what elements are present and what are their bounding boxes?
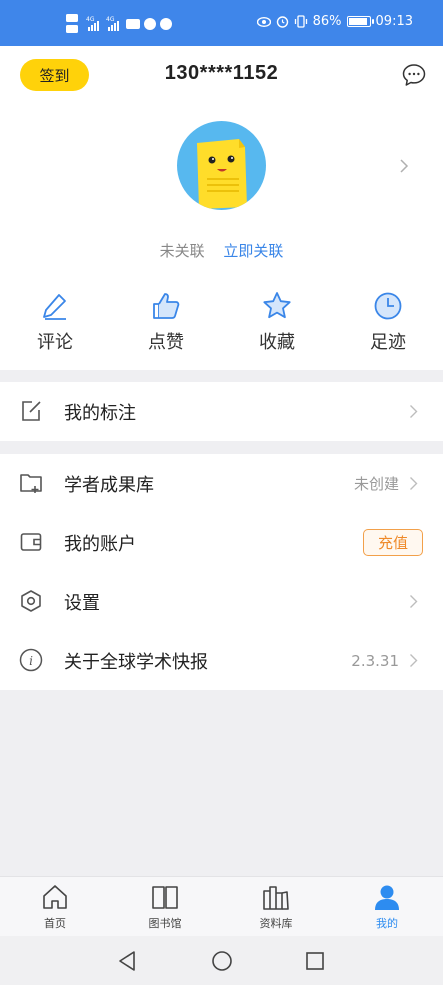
nav-home-label: 首页: [44, 917, 66, 930]
menu-account-label: 我的账户: [64, 533, 136, 555]
quick-like[interactable]: 点赞: [131, 290, 201, 354]
thumbs-up-icon: [153, 293, 180, 319]
quick-favorite-label: 收藏: [259, 332, 295, 353]
account-link-row: 未关联 立即关联: [0, 240, 443, 261]
clock: 09:13: [375, 14, 413, 29]
eye-icon: [256, 16, 271, 27]
nav-home[interactable]: 首页: [15, 883, 95, 931]
menu-account[interactable]: 我的账户 充值: [0, 513, 443, 572]
pencil-icon: [43, 294, 66, 320]
unlinked-label: 未关联: [159, 242, 205, 260]
main-menu-section: 学者成果库 未创建 我的账户 充值 设置 i 关于全球学术快报 2.3.31: [0, 454, 443, 690]
menu-settings[interactable]: 设置: [0, 572, 443, 631]
svg-text:4G: 4G: [86, 16, 95, 23]
menu-about-label: 关于全球学术快报: [64, 651, 208, 673]
app-version: 2.3.31: [351, 651, 399, 670]
chevron-right-icon: [410, 595, 418, 608]
menu-scholar-repo-label: 学者成果库: [64, 474, 154, 496]
svg-text:i: i: [29, 654, 33, 668]
star-icon: [263, 292, 291, 319]
folder-add-icon: [20, 474, 42, 493]
recents-icon[interactable]: [305, 951, 325, 971]
quick-like-label: 点赞: [148, 332, 184, 353]
settings-icon: [21, 590, 41, 612]
bottom-nav: 首页 图书馆 资料库 我的: [0, 876, 443, 936]
nav-me[interactable]: 我的: [347, 883, 427, 931]
annotations-section: 我的标注: [0, 382, 443, 441]
quick-history[interactable]: 足迹: [353, 290, 423, 354]
battery-fill: [348, 18, 368, 25]
document-mascot-icon: [197, 139, 247, 209]
nav-library-label: 图书馆: [148, 917, 182, 930]
quick-comment-label: 评论: [37, 332, 73, 353]
quick-history-label: 足迹: [370, 332, 406, 353]
nav-database-label: 资料库: [259, 917, 293, 930]
battery-percent: 86%: [312, 14, 342, 29]
quick-comment[interactable]: 评论: [20, 290, 90, 354]
signal-indicators: 4G 4G: [66, 13, 176, 35]
chevron-right-icon: [410, 405, 418, 418]
status-bar: 4G 4G 86% 09:13: [0, 0, 443, 46]
edit-note-icon: [22, 401, 41, 421]
back-icon[interactable]: [117, 950, 137, 972]
phone-number: 130****1152: [164, 62, 279, 84]
vibrate-icon: [294, 15, 307, 28]
recharge-button[interactable]: 充值: [363, 529, 423, 556]
nav-me-label: 我的: [376, 917, 398, 930]
avatar[interactable]: [177, 121, 266, 210]
wallet-icon: [20, 533, 42, 551]
alarm-icon: [276, 16, 288, 28]
menu-annotations-label: 我的标注: [64, 402, 136, 424]
menu-about[interactable]: i 关于全球学术快报 2.3.31: [0, 631, 443, 690]
chevron-right-icon: [410, 477, 418, 490]
signal-icons: 4G 4G: [66, 14, 172, 33]
library-icon: [263, 886, 289, 910]
chevron-right-icon: [410, 654, 418, 667]
system-nav-bar: [0, 936, 443, 985]
nav-library[interactable]: 图书馆: [125, 883, 205, 931]
user-icon: [375, 885, 399, 910]
nav-database[interactable]: 资料库: [236, 883, 316, 931]
status-right: 86% 09:13: [256, 14, 413, 29]
svg-text:4G: 4G: [106, 16, 115, 23]
quick-favorite[interactable]: 收藏: [242, 290, 312, 354]
battery-icon: [346, 16, 374, 27]
chevron-right-icon[interactable]: [399, 158, 409, 174]
menu-scholar-repo[interactable]: 学者成果库 未创建: [0, 454, 443, 513]
menu-settings-label: 设置: [64, 592, 100, 614]
menu-annotations[interactable]: 我的标注: [0, 382, 443, 441]
scholar-repo-status: 未创建: [353, 475, 399, 493]
clock-icon: [374, 292, 402, 320]
link-now-link[interactable]: 立即关联: [223, 242, 283, 260]
message-icon[interactable]: [401, 62, 427, 88]
book-icon: [152, 886, 178, 909]
info-icon: i: [19, 648, 43, 672]
home-circle-icon[interactable]: [211, 950, 233, 972]
home-icon: [43, 885, 67, 909]
